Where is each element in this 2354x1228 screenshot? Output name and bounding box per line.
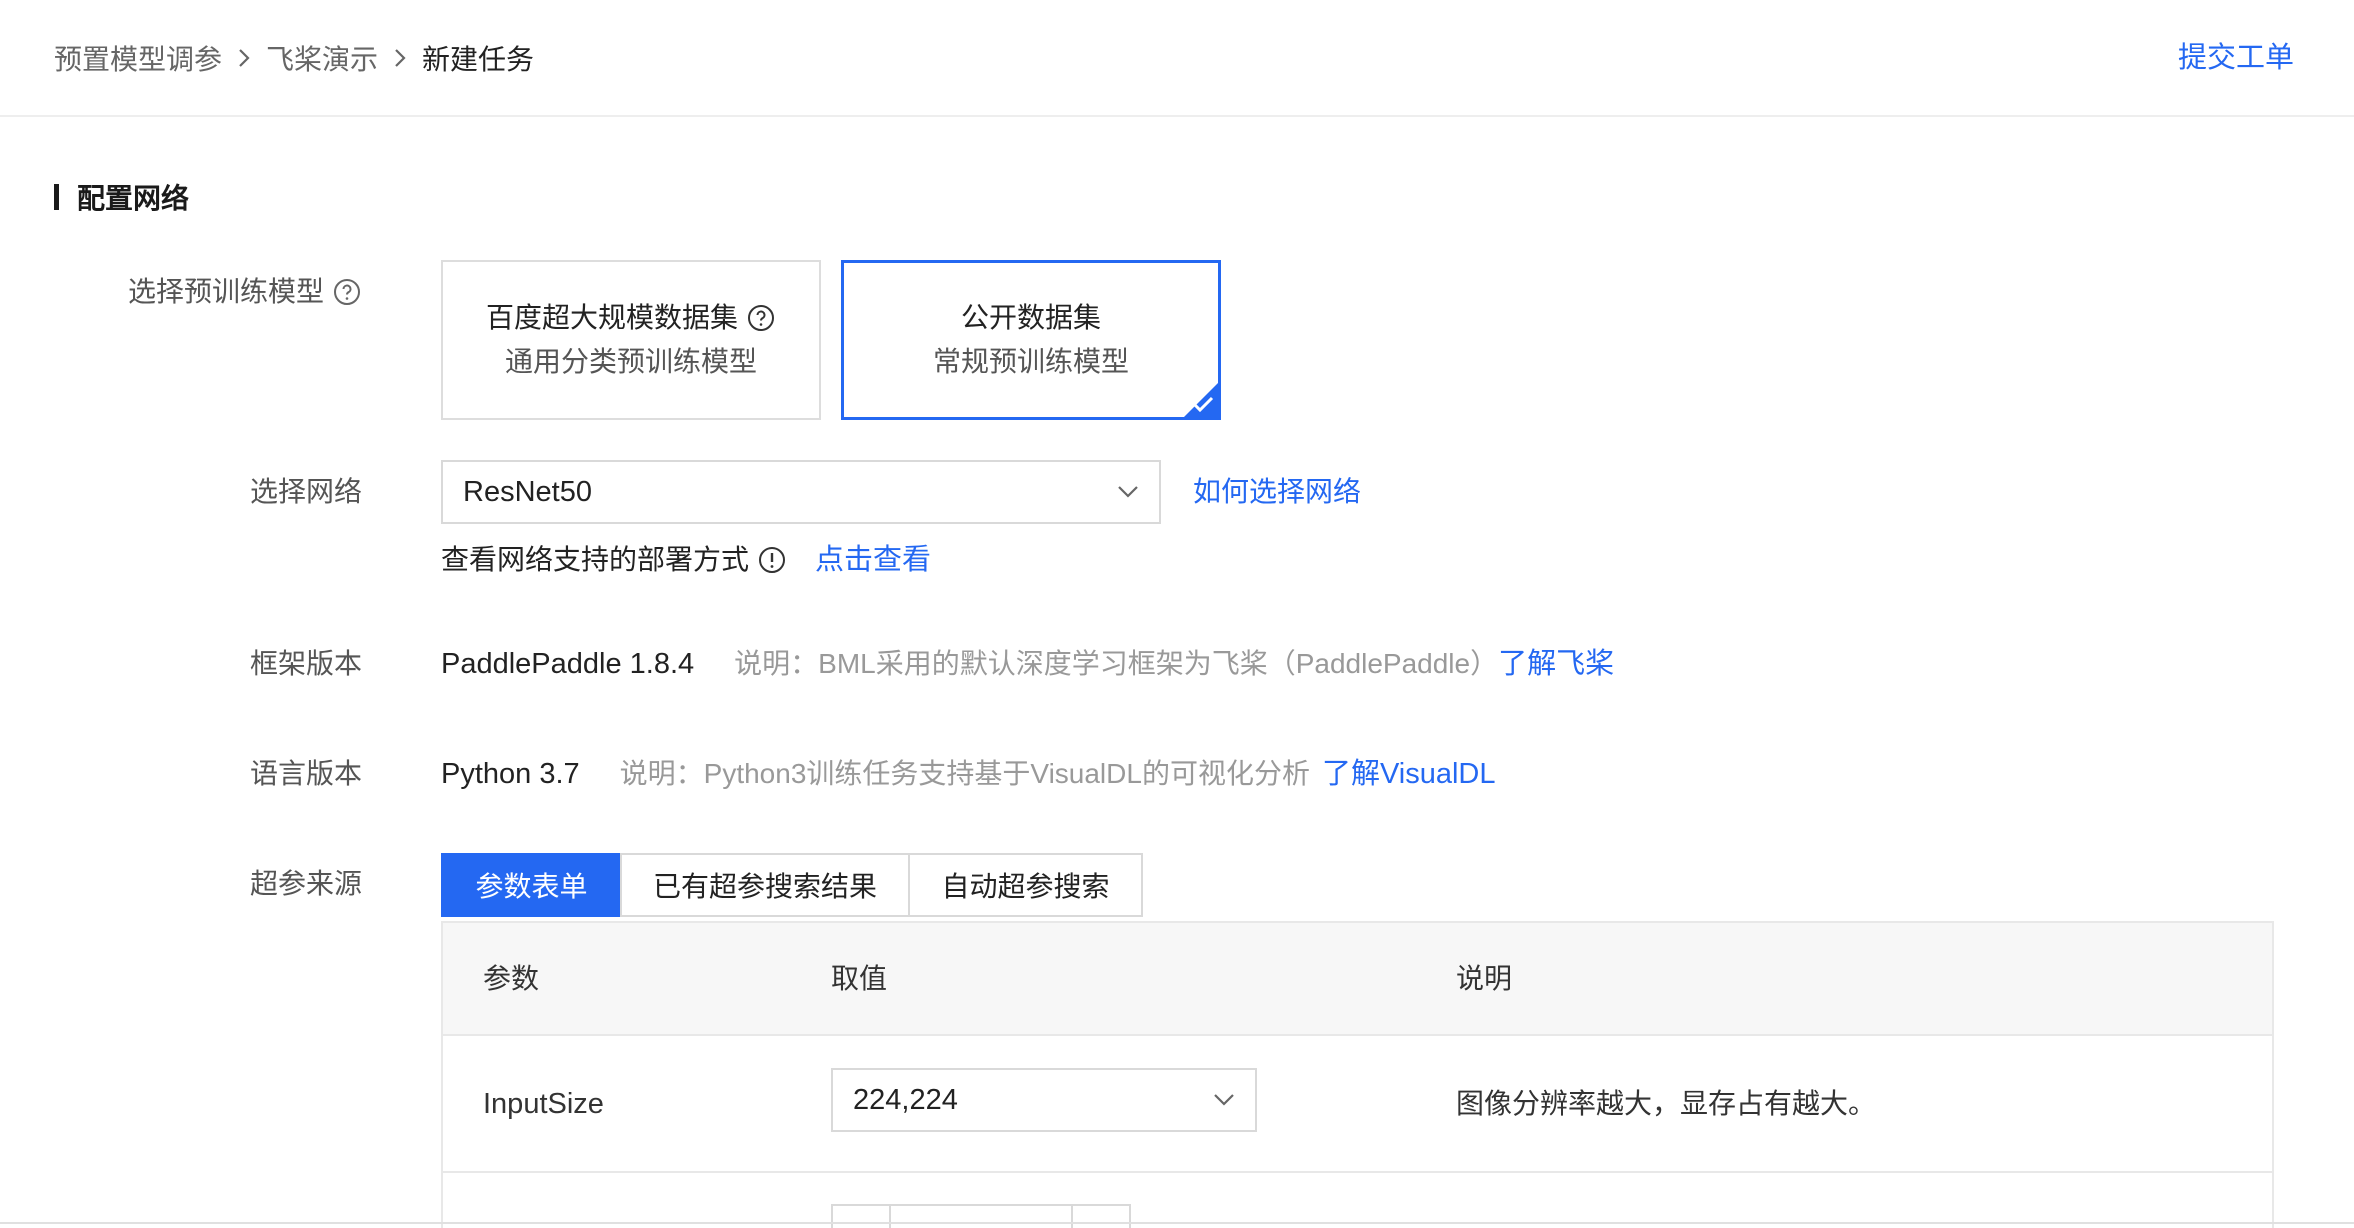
pretrain-card-subtitle: 通用分类预训练模型: [504, 346, 757, 377]
stepper-decrement-button[interactable]: [833, 1206, 891, 1228]
param-name: InputSize: [483, 1088, 604, 1120]
pretrain-card-baidu[interactable]: 百度超大规模数据集 通用分类预训练模型: [441, 260, 821, 420]
column-header-value: 取值: [831, 963, 888, 994]
breadcrumb-item-paddle-demo[interactable]: 飞桨演示: [266, 38, 378, 78]
table-row: InputSize 224,224 图像分辨率越大，显存占有越大。: [443, 1036, 2272, 1173]
learn-visualdl-link[interactable]: 了解VisualDL: [1322, 754, 1496, 794]
language-version-label: 语言版本: [249, 758, 362, 789]
question-circle-icon[interactable]: [746, 303, 776, 333]
chevron-right-icon: [378, 38, 422, 78]
deploy-methods-text: 查看网络支持的部署方式: [441, 544, 750, 575]
param-table: 参数 取值 说明 InputSize 224,224 图像分辨率越大，显存占有越…: [441, 921, 2274, 1228]
breadcrumb: 预置模型调参 飞桨演示 新建任务: [54, 38, 534, 78]
pretrain-card-title-text: 百度超大规模数据集: [485, 302, 738, 333]
pretrain-card-title: 公开数据集: [960, 302, 1101, 333]
input-size-value: 224,224: [853, 1083, 958, 1116]
section-title-bar: [54, 184, 59, 210]
framework-version-label: 框架版本: [249, 648, 362, 679]
column-header-description: 说明: [1456, 963, 1513, 994]
how-to-choose-network-link[interactable]: 如何选择网络: [1193, 472, 1361, 512]
hyperparam-source-label: 超参来源: [249, 868, 362, 899]
view-deploy-link[interactable]: 点击查看: [815, 540, 931, 580]
tab-auto-search[interactable]: 自动超参搜索: [908, 853, 1143, 917]
pretrain-model-label-text: 选择预训练模型: [127, 276, 324, 307]
check-icon: [1192, 396, 1214, 413]
section-title-text: 配置网络: [77, 183, 190, 214]
pretrain-card-title: 百度超大规模数据集: [486, 296, 776, 340]
stepper-input[interactable]: [891, 1206, 1073, 1228]
language-version-row: Python 3.7 说明：Python3训练任务支持基于VisualDL的可视…: [441, 754, 1496, 794]
chevron-down-icon: [1214, 1094, 1234, 1106]
hyperparam-source-tabs: 参数表单 已有超参搜索结果 自动超参搜索: [441, 853, 1143, 917]
learn-paddle-link[interactable]: 了解飞桨: [1498, 644, 1614, 684]
framework-version-value: PaddlePaddle 1.8.4: [441, 648, 695, 680]
input-size-select[interactable]: 224,224: [831, 1068, 1257, 1132]
pretrain-card-public[interactable]: 公开数据集 常规预训练模型: [841, 260, 1221, 420]
chevron-down-icon: [1118, 486, 1138, 498]
breadcrumb-item-preset-tuning[interactable]: 预置模型调参: [54, 38, 222, 78]
deploy-methods-row: 查看网络支持的部署方式 点击查看: [441, 540, 931, 580]
column-header-param: 参数: [483, 963, 540, 994]
framework-version-note: 说明：BML采用的默认深度学习框架为飞桨（PaddlePaddle）: [734, 648, 1499, 679]
question-circle-icon[interactable]: [332, 277, 362, 307]
number-stepper[interactable]: [831, 1204, 1131, 1228]
bottom-divider: [0, 1222, 2354, 1224]
language-version-value: Python 3.7: [441, 758, 580, 790]
section-title: 配置网络: [54, 178, 189, 216]
param-table-header: 参数 取值 说明: [443, 923, 2272, 1036]
chevron-right-icon: [222, 38, 266, 78]
param-description: 图像分辨率越大，显存占有越大。: [1456, 1088, 1877, 1119]
pretrain-card-subtitle: 常规预训练模型: [932, 346, 1129, 377]
breadcrumb-item-new-task: 新建任务: [422, 44, 535, 75]
network-label: 选择网络: [249, 476, 362, 507]
language-version-note: 说明：Python3训练任务支持基于VisualDL的可视化分析: [619, 758, 1310, 789]
tab-param-form[interactable]: 参数表单: [441, 853, 622, 917]
pretrain-model-label: 选择预训练模型: [128, 272, 362, 312]
network-select[interactable]: ResNet50: [441, 460, 1161, 524]
submit-ticket-link[interactable]: 提交工单: [2178, 38, 2294, 78]
stepper-increment-button[interactable]: [1073, 1206, 1129, 1228]
network-select-value: ResNet50: [463, 475, 592, 508]
framework-version-row: PaddlePaddle 1.8.4 说明：BML采用的默认深度学习框架为飞桨（…: [441, 644, 1614, 684]
page-header: 预置模型调参 飞桨演示 新建任务 提交工单: [0, 0, 2354, 117]
exclamation-circle-icon[interactable]: [757, 545, 787, 575]
tab-existing-search-results[interactable]: 已有超参搜索结果: [620, 853, 910, 917]
